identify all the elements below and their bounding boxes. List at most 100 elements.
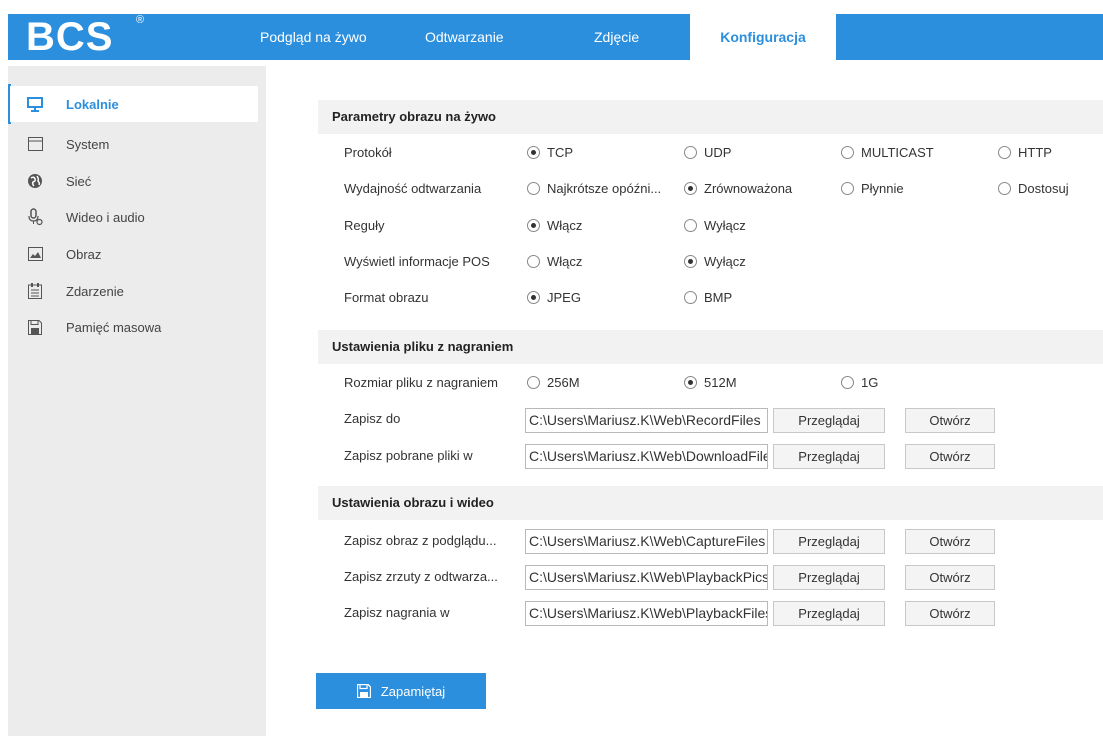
sidebar-item-label: System [66,136,110,152]
protocol-multicast-radio[interactable]: MULTICAST [841,145,934,160]
protocol-label: Protokół [344,145,392,160]
clips-open-button[interactable]: Otwórz [905,601,995,626]
playback-snapshot-browse-button[interactable]: Przeglądaj [773,565,885,590]
performance-balanced-radio[interactable]: Zrównoważona [684,181,792,196]
radio-dot [841,376,854,389]
radio-dot [684,376,697,389]
tab-configuration[interactable]: Konfiguracja [690,14,836,60]
sidebar-item-label: Zdarzenie [66,283,124,299]
sidebar-item-storage[interactable]: Pamięć masowa [10,309,258,345]
file-size-512m-radio[interactable]: 512M [684,375,737,390]
file-size-1g-radio[interactable]: 1G [841,375,878,390]
clips-browse-button[interactable]: Przeglądaj [773,601,885,626]
radio-label: Zrównoważona [704,181,793,196]
protocol-udp-radio[interactable]: UDP [684,145,731,160]
radio-dot [527,146,540,159]
rules-enable-radio[interactable]: Włącz [527,218,582,233]
capture-open-button[interactable]: Otwórz [905,529,995,554]
format-jpeg-radio[interactable]: JPEG [527,290,581,305]
save-to-path-field[interactable]: C:\Users\Mariusz.K\Web\RecordFiles [525,408,768,433]
radio-label: BMP [704,290,733,305]
top-bar: BCS ® Podgląd na żywo Odtwarzanie Zdjęci… [0,0,1103,60]
globe-icon [24,172,46,190]
sidebar-item-image[interactable]: Obraz [10,236,258,272]
radio-label: 256M [547,375,580,390]
microphone-icon [24,208,46,226]
save-to-open-button[interactable]: Otwórz [905,408,995,433]
radio-label: Najkrótsze opóźni... [547,181,662,196]
radio-dot [527,182,540,195]
radio-dot [998,182,1011,195]
radio-dot [998,146,1011,159]
pos-disable-radio[interactable]: Wyłącz [684,254,746,269]
radio-label: Wyłącz [704,218,746,233]
section-image-video-settings: Ustawienia obrazu i wideo [318,486,1103,520]
performance-custom-radio[interactable]: Dostosuj [998,181,1069,196]
logo-text: BCS [26,15,114,59]
sidebar-item-network[interactable]: Sieć [10,163,258,199]
radio-label: 512M [704,375,737,390]
pos-label: Wyświetl informacje POS [344,254,490,269]
tab-playback[interactable]: Odtwarzanie [425,14,504,60]
sidebar-item-video-audio[interactable]: Wideo i audio [10,199,258,235]
sidebar-item-event[interactable]: Zdarzenie [10,273,258,309]
radio-dot [684,182,697,195]
save-to-label: Zapisz do [344,411,401,426]
radio-label: Włącz [547,218,583,233]
radio-label: 1G [861,375,879,390]
pos-enable-radio[interactable]: Włącz [527,254,582,269]
sidebar-item-local[interactable]: Lokalnie [10,86,258,122]
downloads-browse-button[interactable]: Przeglądaj [773,444,885,469]
sidebar-item-label: Sieć [66,173,92,189]
radio-label: Włącz [547,254,583,269]
brand-logo: BCS [26,14,113,60]
sidebar-item-label: Lokalnie [66,96,119,112]
image-icon [24,245,46,263]
radio-label: Dostosuj [1018,181,1069,196]
radio-label: TCP [547,145,573,160]
protocol-tcp-radio[interactable]: TCP [527,145,573,160]
radio-label: JPEG [547,290,581,305]
sidebar-item-label: Wideo i audio [66,209,145,225]
downloads-open-button[interactable]: Otwórz [905,444,995,469]
file-size-label: Rozmiar pliku z nagraniem [344,375,498,390]
system-icon [24,135,46,153]
tab-picture[interactable]: Zdjęcie [594,14,639,60]
nav-strip [8,14,1103,60]
save-button[interactable]: Zapamiętaj [316,673,486,709]
section-live-params: Parametry obrazu na żywo [318,100,1103,134]
clips-path-field[interactable]: C:\Users\Mariusz.K\Web\PlaybackFiles [525,601,768,626]
radio-label: HTTP [1018,145,1052,160]
capture-path-field[interactable]: C:\Users\Mariusz.K\Web\CaptureFiles [525,529,768,554]
downloads-path-field[interactable]: C:\Users\Mariusz.K\Web\DownloadFiles [525,444,768,469]
capture-browse-button[interactable]: Przeglądaj [773,529,885,554]
format-bmp-radio[interactable]: BMP [684,290,732,305]
save-to-browse-button[interactable]: Przeglądaj [773,408,885,433]
sidebar-item-system[interactable]: System [10,126,258,162]
protocol-http-radio[interactable]: HTTP [998,145,1052,160]
radio-dot [527,376,540,389]
radio-dot [527,219,540,232]
radio-dot [684,255,697,268]
capture-label: Zapisz obraz z podglądu... [344,533,497,548]
tab-live-view[interactable]: Podgląd na żywo [260,14,367,60]
radio-label: Wyłącz [704,254,746,269]
radio-dot [841,146,854,159]
radio-label: UDP [704,145,732,160]
sidebar-item-label: Pamięć masowa [66,319,162,335]
radio-dot [527,255,540,268]
playback-snapshot-path-field[interactable]: C:\Users\Mariusz.K\Web\PlaybackPics [525,565,768,590]
floppy-icon [356,684,371,698]
file-size-256m-radio[interactable]: 256M [527,375,580,390]
rules-label: Reguły [344,218,385,233]
clips-label: Zapisz nagrania w [344,605,450,620]
radio-label: Płynnie [861,181,904,196]
performance-shortest-delay-radio[interactable]: Najkrótsze opóźni... [527,181,661,196]
downloads-label: Zapisz pobrane pliki w [344,448,473,463]
performance-fluent-radio[interactable]: Płynnie [841,181,904,196]
section-record-settings: Ustawienia pliku z nagraniem [318,330,1103,364]
playback-snapshot-open-button[interactable]: Otwórz [905,565,995,590]
radio-dot [684,219,697,232]
rules-disable-radio[interactable]: Wyłącz [684,218,746,233]
event-icon [24,282,46,300]
